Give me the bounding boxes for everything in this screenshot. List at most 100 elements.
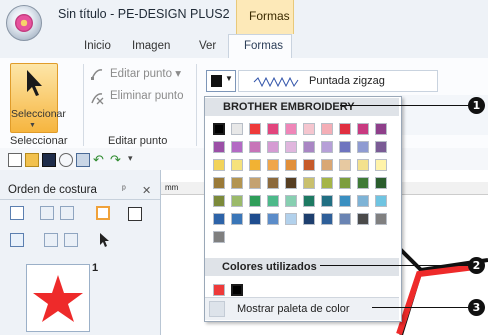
palette-color-swatch[interactable]	[285, 213, 297, 225]
palette-color-swatch[interactable]	[249, 195, 261, 207]
palette-color-swatch[interactable]	[303, 123, 315, 135]
palette-color-swatch[interactable]	[285, 177, 297, 189]
fit-view-icon[interactable]	[10, 206, 24, 220]
palette-color-swatch[interactable]	[321, 177, 333, 189]
close-icon[interactable]: ✕	[142, 184, 151, 197]
palette-color-swatch[interactable]	[303, 213, 315, 225]
palette-color-swatch[interactable]	[231, 141, 243, 153]
color-picker-button[interactable]: ▼	[206, 70, 236, 92]
palette-color-swatch[interactable]	[303, 159, 315, 171]
palette-color-swatch[interactable]	[249, 159, 261, 171]
context-tab-label: Formas	[249, 9, 290, 23]
select-button[interactable]: Seleccionar ▼	[10, 63, 66, 133]
sewing-order-thumbnail[interactable]	[26, 264, 90, 332]
edit-point-button[interactable]: Editar punto ▾	[96, 66, 181, 80]
object-view-icon[interactable]	[96, 206, 110, 220]
application-menu-button[interactable]	[6, 5, 42, 41]
tab-formas[interactable]: Formas	[228, 34, 292, 59]
palette-color-swatch[interactable]	[231, 195, 243, 207]
palette-color-swatch[interactable]	[339, 195, 351, 207]
delete-point-button[interactable]: Eliminar punto	[96, 90, 184, 102]
palette-color-swatch[interactable]	[231, 213, 243, 225]
palette-color-swatch[interactable]	[321, 141, 333, 153]
color-palette-dropdown: BROTHER EMBROIDERY Colores utilizados Mo…	[204, 96, 402, 322]
palette-color-swatch[interactable]	[375, 177, 387, 189]
palette-color-swatch[interactable]	[321, 195, 333, 207]
palette-color-swatch[interactable]	[267, 123, 279, 135]
pin-icon[interactable]: ᵖ	[122, 184, 126, 195]
palette-color-swatch[interactable]	[375, 123, 387, 135]
palette-color-swatch[interactable]	[213, 159, 225, 171]
palette-color-swatch[interactable]	[285, 141, 297, 153]
palette-color-swatch[interactable]	[267, 177, 279, 189]
save-icon[interactable]	[42, 153, 56, 167]
palette-color-swatch[interactable]	[339, 177, 351, 189]
palette-color-swatch[interactable]	[375, 213, 387, 225]
palette-color-swatch[interactable]	[357, 177, 369, 189]
tab-imagen[interactable]: Imagen	[132, 40, 170, 52]
palette-color-swatch[interactable]	[285, 195, 297, 207]
palette-color-swatch[interactable]	[321, 159, 333, 171]
used-color-swatch[interactable]	[230, 283, 244, 297]
palette-color-swatch[interactable]	[213, 141, 225, 153]
stitch-type-selector[interactable]: Puntada zigzag	[238, 70, 438, 92]
palette-color-swatch[interactable]	[213, 195, 225, 207]
used-color-swatch[interactable]	[213, 284, 225, 296]
tab-ver[interactable]: Ver	[199, 40, 216, 52]
palette-color-swatch[interactable]	[357, 159, 369, 171]
palette-color-swatch[interactable]	[231, 123, 243, 135]
merge-icon[interactable]	[10, 233, 24, 247]
palette-color-swatch[interactable]	[321, 123, 333, 135]
palette-color-swatch[interactable]	[249, 141, 261, 153]
redo-icon[interactable]: ↷	[110, 153, 124, 167]
edit-point-label: Editar punto	[110, 68, 173, 80]
palette-color-swatch[interactable]	[267, 141, 279, 153]
ungroup-icon[interactable]	[64, 233, 78, 247]
palette-color-swatch[interactable]	[267, 213, 279, 225]
palette-color-swatch[interactable]	[212, 122, 226, 136]
palette-color-swatch[interactable]	[303, 195, 315, 207]
open-folder-icon[interactable]	[25, 153, 39, 167]
color-view-icon[interactable]	[128, 207, 142, 221]
palette-color-swatch[interactable]	[249, 177, 261, 189]
palette-color-swatch[interactable]	[231, 159, 243, 171]
palette-color-swatch[interactable]	[375, 195, 387, 207]
show-color-palette-button[interactable]: Mostrar paleta de color	[205, 297, 399, 320]
group-icon[interactable]	[44, 233, 58, 247]
palette-color-swatch[interactable]	[285, 123, 297, 135]
palette-color-swatch[interactable]	[231, 177, 243, 189]
palette-color-swatch[interactable]	[375, 159, 387, 171]
palette-color-swatch[interactable]	[285, 159, 297, 171]
palette-color-swatch[interactable]	[357, 141, 369, 153]
new-file-icon[interactable]	[8, 153, 22, 167]
palette-color-swatch[interactable]	[213, 231, 225, 243]
palette-color-swatch[interactable]	[267, 159, 279, 171]
show-color-palette-label: Mostrar paleta de color	[237, 303, 350, 315]
ruler-unit: mm	[165, 183, 179, 192]
palette-color-swatch[interactable]	[339, 159, 351, 171]
palette-color-swatch[interactable]	[303, 141, 315, 153]
palette-color-swatch[interactable]	[375, 141, 387, 153]
palette-color-swatch[interactable]	[357, 213, 369, 225]
palette-color-swatch[interactable]	[303, 177, 315, 189]
move-up-icon[interactable]	[60, 206, 74, 220]
chevron-down-icon: ▼	[225, 74, 233, 83]
move-first-icon[interactable]	[40, 206, 54, 220]
pointer-icon[interactable]	[98, 232, 110, 248]
zoom-icon[interactable]	[59, 153, 73, 167]
tab-inicio[interactable]: Inicio	[84, 40, 111, 52]
palette-color-swatch[interactable]	[357, 195, 369, 207]
palette-color-swatch[interactable]	[213, 177, 225, 189]
palette-color-swatch[interactable]	[357, 123, 369, 135]
palette-color-swatch[interactable]	[267, 195, 279, 207]
palette-color-swatch[interactable]	[321, 213, 333, 225]
palette-color-swatch[interactable]	[249, 213, 261, 225]
palette-color-swatch[interactable]	[339, 213, 351, 225]
preview-icon[interactable]	[76, 153, 90, 167]
palette-color-swatch[interactable]	[213, 213, 225, 225]
palette-color-swatch[interactable]	[249, 123, 261, 135]
customize-toolbar-icon[interactable]: ▾	[128, 153, 142, 167]
palette-color-swatch[interactable]	[339, 141, 351, 153]
palette-color-swatch[interactable]	[339, 123, 351, 135]
undo-icon[interactable]: ↶	[93, 153, 107, 167]
